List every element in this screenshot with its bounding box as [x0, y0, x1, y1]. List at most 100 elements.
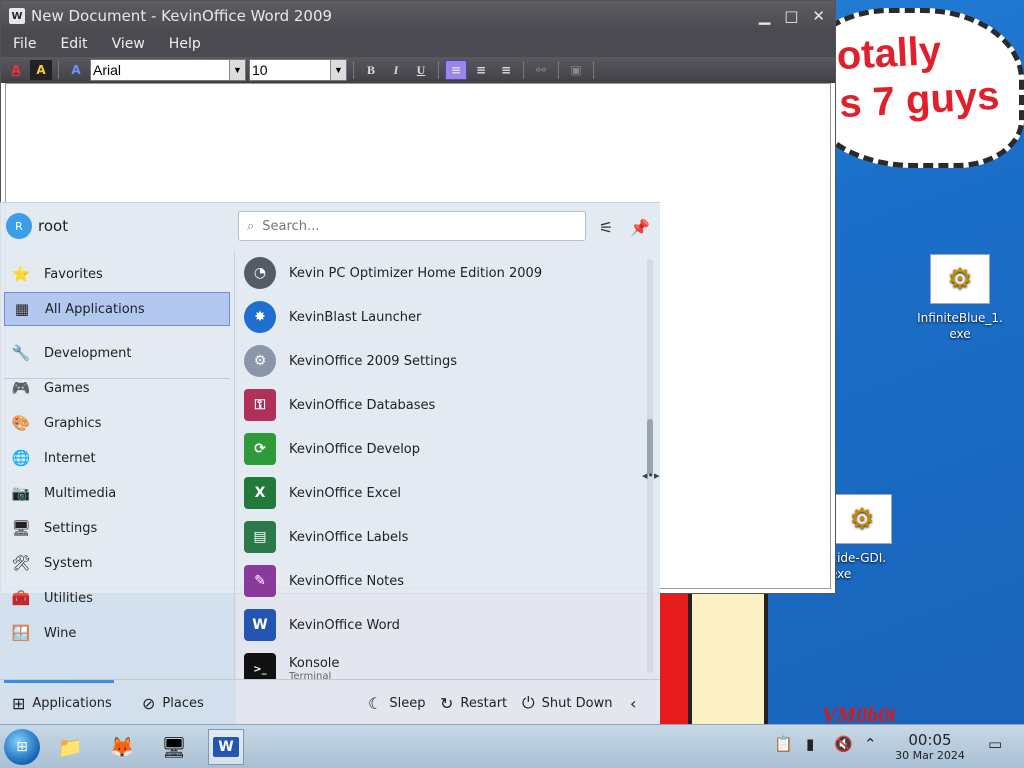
utilities-icon: 🧰	[11, 589, 31, 607]
tab-places[interactable]: ⊘ Places	[142, 680, 204, 726]
chevron-left-icon: ‹	[630, 693, 637, 713]
font-size-select[interactable]: 10 ▼	[249, 59, 347, 81]
app-kevinoffice-databases[interactable]: ⚿ KevinOffice Databases	[236, 383, 646, 427]
app-kevinoffice-labels[interactable]: ▤ KevinOffice Labels	[236, 515, 646, 559]
text-color-icon[interactable]: A	[5, 60, 27, 80]
font-style-icon[interactable]: A	[65, 60, 87, 80]
menu-view[interactable]: View	[112, 36, 145, 52]
firefox-icon[interactable]: 🦊	[104, 729, 140, 765]
search-icon: ⌕	[247, 218, 255, 234]
close-icon[interactable]: ✕	[812, 7, 825, 25]
search-input[interactable]	[262, 218, 563, 234]
category-label: All Applications	[45, 301, 145, 317]
app-kevinblast-launcher[interactable]: ✸ KevinBlast Launcher	[236, 295, 646, 339]
desktop-icon-label: InfiniteBlue_1. exe	[917, 311, 1003, 341]
show-desktop-icon[interactable]: ▭	[988, 735, 1002, 753]
clock[interactable]: 00:05 30 Mar 2024	[888, 731, 972, 762]
compass-icon: ⊘	[142, 693, 156, 713]
gear-exe-icon: ⚙	[832, 494, 892, 544]
control-panel-icon[interactable]: 🖥	[156, 729, 192, 765]
sleep-button[interactable]: ☾ Sleep	[368, 680, 425, 726]
clipboard-icon[interactable]: 📋	[774, 735, 793, 753]
taskbar: ⊞ 📁 🦊 🖥 W 📋 ▮ 🔇 ⌃ 00:05 30 Mar 2024 ▭	[0, 724, 1024, 768]
palette-icon: 🎨	[11, 414, 31, 432]
app-kevinoffice-excel[interactable]: X KevinOffice Excel	[236, 471, 646, 515]
category-games[interactable]: 🎮 Games	[4, 371, 230, 405]
restart-button[interactable]: ↻ Restart	[440, 680, 507, 726]
category-settings[interactable]: 🖥 Settings	[4, 511, 230, 545]
toolbar-separator	[558, 61, 559, 79]
underline-button[interactable]: U	[410, 60, 432, 80]
chevron-down-icon[interactable]: ▼	[330, 60, 346, 80]
font-family-select[interactable]: Arial ▼	[90, 59, 246, 81]
start-button[interactable]: ⊞	[4, 729, 40, 765]
collapse-button[interactable]: ‹	[630, 680, 643, 726]
category-system[interactable]: 🛠 System	[4, 546, 230, 580]
word-taskbar-icon[interactable]: W	[208, 729, 244, 765]
shutdown-button[interactable]: ⏻ Shut Down	[522, 680, 612, 726]
app-label: Konsole	[289, 656, 340, 671]
scrollbar-thumb[interactable]	[647, 419, 653, 475]
app-kevinoffice-notes[interactable]: ✎ KevinOffice Notes	[236, 559, 646, 603]
highlight-color-icon[interactable]: A	[30, 60, 52, 80]
window-title: New Document - KevinOffice Word 2009	[31, 7, 333, 25]
category-wine[interactable]: 🪟 Wine	[4, 616, 230, 650]
image-icon[interactable]: ▣	[565, 60, 587, 80]
category-development[interactable]: 🔧 Development	[4, 336, 230, 370]
battery-icon[interactable]: ▮	[806, 735, 814, 753]
app-kevin-pc-optimizer[interactable]: ◔ Kevin PC Optimizer Home Edition 2009	[236, 251, 646, 295]
speech-bubble-text: otally s 7 guys	[835, 28, 1001, 127]
align-right-icon[interactable]: ≡	[495, 60, 517, 80]
italic-button[interactable]: I	[385, 60, 407, 80]
word-icon: W	[213, 737, 239, 757]
align-center-icon[interactable]: ≡	[470, 60, 492, 80]
maximize-icon[interactable]: □	[784, 7, 798, 25]
category-internet[interactable]: 🌐 Internet	[4, 441, 230, 475]
power-icon: ⏻	[522, 693, 535, 712]
desktop-icon-infiniteblue[interactable]: ⚙ InfiniteBlue_1. exe	[915, 254, 1005, 342]
word-icon: W	[244, 609, 276, 641]
resize-handle-icon[interactable]: ◂•▸	[642, 469, 660, 482]
category-multimedia[interactable]: 📷 Multimedia	[4, 476, 230, 510]
category-utilities[interactable]: 🧰 Utilities	[4, 581, 230, 615]
category-favorites[interactable]: ⭐ Favorites	[4, 257, 230, 291]
menu-edit[interactable]: Edit	[60, 36, 87, 52]
labels-icon: ▤	[244, 521, 276, 553]
minimize-icon[interactable]: ▁	[759, 7, 771, 25]
link-icon[interactable]: ⚯	[530, 60, 552, 80]
app-label: KevinOffice Word	[289, 617, 400, 633]
tab-label: Applications	[32, 695, 112, 711]
app-kevinoffice-develop[interactable]: ⟳ KevinOffice Develop	[236, 427, 646, 471]
pin-icon[interactable]: 📌	[628, 215, 652, 239]
file-manager-icon[interactable]: 📁	[52, 729, 88, 765]
tab-label: Places	[162, 695, 204, 711]
menu-help[interactable]: Help	[169, 36, 201, 52]
tab-applications[interactable]: ⊞ Applications	[12, 680, 112, 726]
application-list: ◔ Kevin PC Optimizer Home Edition 2009 ✸…	[236, 251, 648, 679]
app-kevinoffice-settings[interactable]: ⚙ KevinOffice 2009 Settings	[236, 339, 646, 383]
align-left-icon[interactable]: ≡	[445, 60, 467, 80]
settings-icon: 🖥	[11, 519, 31, 537]
category-label: Utilities	[44, 590, 93, 606]
burst-icon: ✸	[244, 301, 276, 333]
app-konsole[interactable]: >_ Konsole Terminal	[236, 647, 646, 679]
app-label: KevinOffice Develop	[289, 441, 421, 457]
chevron-up-icon[interactable]: ⌃	[864, 735, 877, 753]
toolbar-separator	[523, 61, 524, 79]
volume-muted-icon[interactable]: 🔇	[834, 735, 853, 753]
bold-button[interactable]: B	[360, 60, 382, 80]
category-label: Games	[44, 380, 90, 396]
search-field[interactable]: ⌕	[238, 211, 586, 241]
category-all-applications[interactable]: ▦ All Applications	[4, 292, 230, 326]
category-label: Settings	[44, 520, 98, 536]
chevron-down-icon[interactable]: ▼	[229, 60, 245, 80]
avatar[interactable]: R	[6, 213, 32, 239]
app-kevinoffice-word[interactable]: W KevinOffice Word	[236, 603, 646, 647]
configure-sliders-icon[interactable]: ⚟	[594, 215, 618, 239]
category-label: Internet	[44, 450, 96, 466]
menu-file[interactable]: File	[13, 36, 36, 52]
app-list-scrollbar[interactable]	[647, 259, 653, 673]
category-graphics[interactable]: 🎨 Graphics	[4, 406, 230, 440]
word-title-bar[interactable]: W New Document - KevinOffice Word 2009 ▁…	[1, 1, 835, 31]
app-label: KevinOffice Excel	[289, 485, 401, 501]
